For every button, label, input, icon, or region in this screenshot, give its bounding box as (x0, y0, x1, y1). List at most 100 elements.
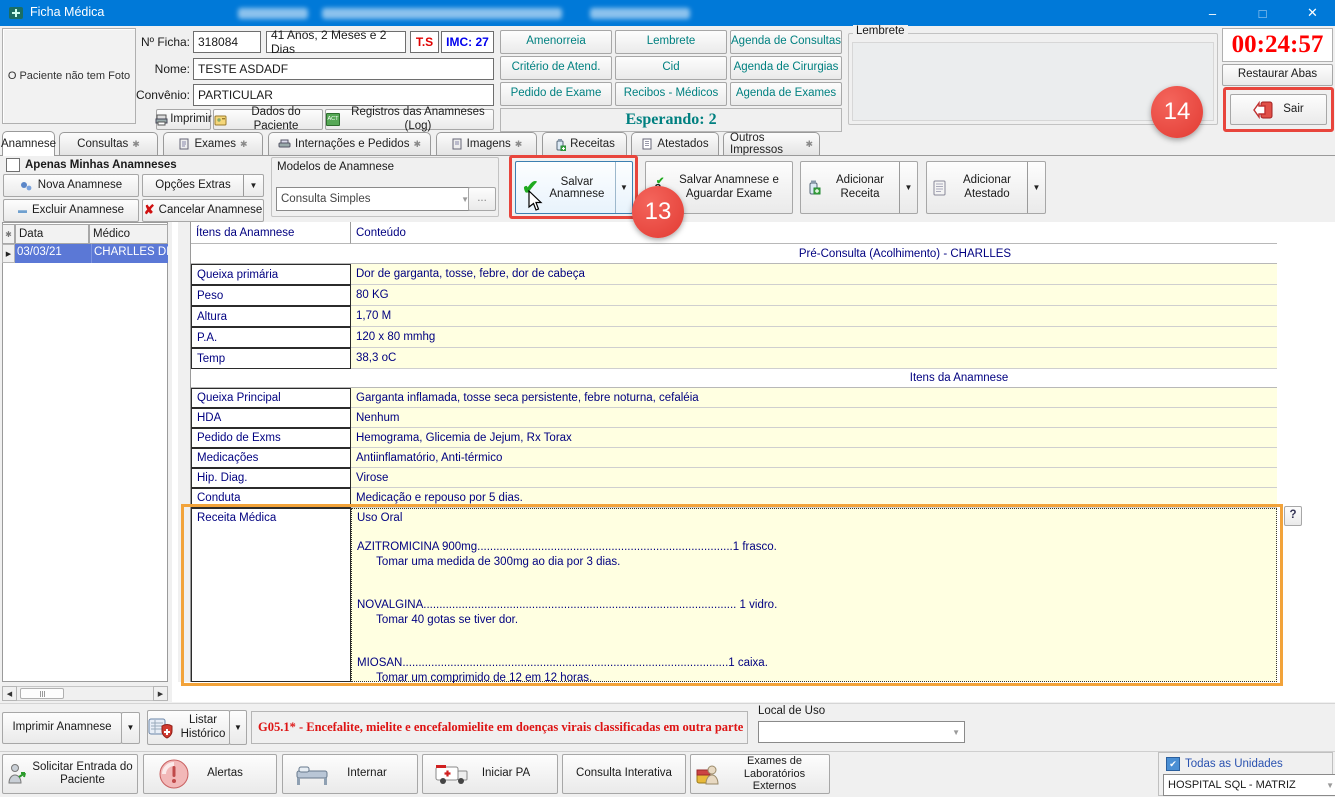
dropdown-arrow-icon[interactable]: ▼ (243, 175, 263, 196)
modelo-browse-button[interactable]: ... (468, 187, 496, 211)
tab-exames[interactable]: Exames✱ (163, 132, 263, 155)
tab-close-icon[interactable]: ✱ (515, 139, 523, 150)
quick-button-cid[interactable]: Cid (615, 56, 727, 80)
table-row-label: Queixa primária (191, 264, 351, 285)
imprimir-button[interactable]: Imprimir (156, 109, 211, 130)
table-row-label: Hip. Diag. (191, 468, 351, 488)
header-conteudo[interactable]: Conteúdo (351, 222, 1277, 244)
tab-close-icon[interactable]: ✱ (240, 139, 248, 150)
adicionar-receita-button[interactable]: Adicionar Receita ▼ (800, 161, 918, 214)
dropdown-arrow-icon[interactable]: ▼ (899, 162, 917, 213)
recipe-row-content[interactable]: Uso Oral AZITROMICINA 900mg.............… (351, 508, 1277, 682)
imprimir-anamnese-dropdown[interactable]: ▼ (121, 712, 140, 744)
history-column-data[interactable]: Data (15, 224, 89, 244)
tab-close-icon[interactable]: ✱ (413, 139, 421, 150)
history-row-selected[interactable]: 03/03/21 CHARLLES DR TE (15, 244, 168, 263)
tab-atestados[interactable]: Atestados (631, 132, 719, 155)
table-row-content[interactable]: Nenhum (351, 408, 1277, 428)
ficha-medica-window: Ficha Médica – □ ✕ O Paciente não tem Fo… (0, 0, 1335, 797)
age-field: 41 Anos, 2 Meses e 2 Dias (266, 31, 406, 53)
table-row-content[interactable]: Dor de garganta, tosse, febre, dor de ca… (351, 264, 1277, 285)
header-itens[interactable]: Ítens da Anamnese (191, 222, 351, 244)
solicitar-entrada-button[interactable]: Solicitar Entrada do Paciente (2, 754, 138, 794)
exames-laboratorios-button[interactable]: Exames de Laboratórios Externos (690, 754, 830, 794)
tab-receitas[interactable]: Receitas (542, 132, 627, 155)
dropdown-arrow-icon[interactable]: ▼ (615, 162, 632, 213)
quick-button-agenda-cirurgias[interactable]: Agenda de Cirurgias (730, 56, 842, 80)
table-row-content[interactable]: 80 KG (351, 285, 1277, 306)
dados-paciente-button[interactable]: Dados do Paciente (213, 109, 323, 130)
tab-close-icon[interactable]: ✱ (805, 139, 813, 150)
table-row-content[interactable]: Antiinflamatório, Anti-térmico (351, 448, 1277, 468)
cancelar-anamnese-button[interactable]: ✘ Cancelar Anamnese (142, 199, 264, 222)
grid-corner-icon: ✱ (2, 224, 15, 244)
registros-log-button[interactable]: ACT Registros das Anamneses (Log) (325, 109, 494, 130)
medicine-bottle-icon (806, 179, 821, 196)
quick-button-criterio[interactable]: Critério de Atend. (500, 56, 612, 80)
listar-historico-dropdown[interactable]: ▼ (229, 710, 247, 745)
quick-button-pedido-exame[interactable]: Pedido de Exame (500, 82, 612, 106)
table-row-content[interactable]: 1,70 M (351, 306, 1277, 327)
step-badge-13: 13 (632, 186, 684, 238)
local-de-uso-combobox[interactable]: ▼ (758, 721, 965, 743)
imprimir-anamnese-button[interactable]: Imprimir Anamnese (2, 712, 122, 744)
scroll-left-icon[interactable]: ◀ (2, 686, 17, 701)
quick-button-agenda-consultas[interactable]: Agenda de Consultas (730, 30, 842, 54)
consulta-interativa-button[interactable]: Consulta Interativa (562, 754, 686, 794)
history-shield-icon (148, 716, 173, 740)
modelo-combobox[interactable]: Consulta Simples ▼ (276, 187, 474, 211)
person-enter-icon (6, 763, 26, 785)
dropdown-arrow-icon: ▼ (952, 728, 960, 737)
history-column-medico[interactable]: Médico (89, 224, 168, 244)
quick-button-recibos[interactable]: Recibos - Médicos (615, 82, 727, 106)
restore-tabs-button[interactable]: Restaurar Abas (1222, 64, 1333, 86)
nome-label: Nome: (130, 58, 190, 80)
table-row-content[interactable]: Medicação e repouso por 5 dias. (351, 488, 1277, 508)
quick-button-agenda-exames[interactable]: Agenda de Exames (730, 82, 842, 106)
adicionar-atestado-button[interactable]: Adicionar Atestado ▼ (926, 161, 1046, 214)
listar-historico-button[interactable]: Listar Histórico (147, 710, 230, 745)
minimize-button[interactable]: – (1190, 0, 1235, 26)
opcoes-extras-button[interactable]: Opções Extras ▼ (142, 174, 264, 197)
all-units-checkbox[interactable]: ✔ Todas as Unidades (1166, 757, 1283, 771)
table-row-content[interactable]: Virose (351, 468, 1277, 488)
waiting-counter: Esperando: 2 (500, 108, 842, 132)
convenio-field[interactable]: PARTICULAR (193, 84, 494, 106)
tab-consultas[interactable]: Consultas✱ (59, 132, 158, 155)
table-row-content[interactable]: Hemograma, Glicemia de Jejum, Rx Torax (351, 428, 1277, 448)
nova-anamnese-button[interactable]: Nova Anamnese (3, 174, 139, 197)
scrollbar-thumb[interactable] (20, 688, 64, 699)
scroll-right-icon[interactable]: ▶ (153, 686, 168, 701)
table-row-content[interactable]: 38,3 oC (351, 348, 1277, 369)
maximize-button[interactable]: □ (1240, 0, 1285, 26)
redacted-title-text (322, 8, 562, 19)
exit-button[interactable]: Sair (1230, 94, 1327, 125)
nome-field[interactable]: TESTE ASDADF (193, 58, 494, 80)
tab-imagens[interactable]: Imagens✱ (436, 132, 537, 155)
alertas-button[interactable]: Alertas (143, 754, 277, 794)
tab-anamnese[interactable]: Anamnese (2, 131, 55, 156)
only-mine-checkbox[interactable]: Apenas Minhas Anamneses (6, 158, 177, 172)
ficha-field[interactable]: 318084 (193, 31, 261, 53)
tab-internacoes[interactable]: Internações e Pedidos✱ (268, 132, 431, 155)
table-row-label: P.A. (191, 327, 351, 348)
help-button[interactable]: ? (1284, 506, 1302, 526)
mouse-cursor (527, 190, 543, 215)
table-row-content[interactable]: Garganta inflamada, tosse seca persisten… (351, 388, 1277, 408)
excluir-anamnese-button[interactable]: ▬ Excluir Anamnese (3, 199, 139, 222)
quick-button-lembrete[interactable]: Lembrete (615, 30, 727, 54)
close-button[interactable]: ✕ (1290, 0, 1335, 26)
ts-badge[interactable]: T.S (410, 31, 439, 53)
table-row-label: Queixa Principal (191, 388, 351, 408)
certificate-icon (932, 180, 947, 196)
quick-button-amenorreia[interactable]: Amenorreia (500, 30, 612, 54)
lab-sample-icon (695, 762, 719, 786)
unit-combobox[interactable]: HOSPITAL SQL - MATRIZ ▼ (1163, 774, 1335, 796)
tab-close-icon[interactable]: ✱ (132, 139, 140, 150)
app-icon (8, 5, 24, 21)
tab-outros-impressos[interactable]: Outros Impressos✱ (723, 132, 820, 155)
iniciar-pa-button[interactable]: Iniciar PA (422, 754, 558, 794)
table-row-content[interactable]: 120 x 80 mmhg (351, 327, 1277, 348)
internar-button[interactable]: Internar (282, 754, 418, 794)
dropdown-arrow-icon[interactable]: ▼ (1027, 162, 1045, 213)
